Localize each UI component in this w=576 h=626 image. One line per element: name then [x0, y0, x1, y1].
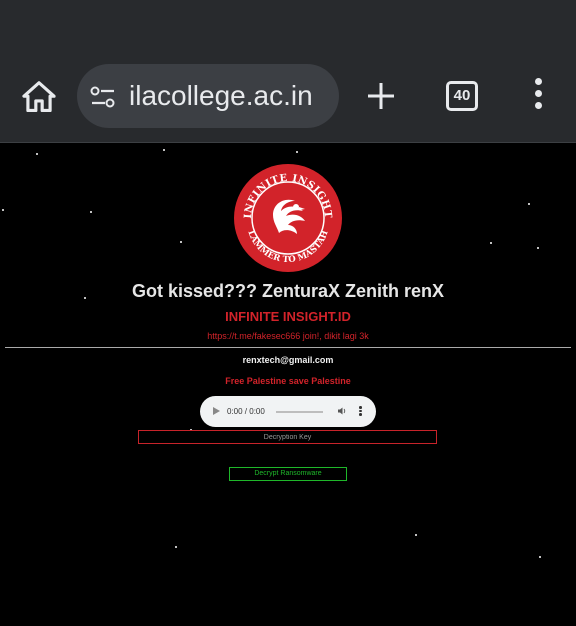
tab-switcher-icon[interactable]: 40: [446, 81, 478, 111]
contact-email: renxtech@gmail.com: [242, 355, 334, 365]
star-dot: [537, 247, 539, 249]
audio-options-icon[interactable]: [359, 406, 362, 418]
audio-player[interactable]: 0:00 / 0:00: [200, 396, 376, 427]
url-text[interactable]: ilacollege.ac.in: [129, 64, 313, 128]
decrypt-button[interactable]: Decrypt Ransomware: [229, 467, 347, 481]
star-dot: [163, 149, 165, 151]
star-dot: [36, 153, 38, 155]
star-dot: [180, 241, 182, 243]
plus-icon[interactable]: [365, 80, 397, 112]
star-dot: [175, 546, 177, 548]
star-dot: [490, 242, 492, 244]
status-bar: [0, 0, 576, 52]
star-dot: [90, 211, 92, 213]
page-headline: Got kissed??? ZenturaX Zenith renX: [131, 281, 445, 301]
star-dot: [528, 203, 530, 205]
slogan-text: Free Palestine save Palestine: [225, 376, 351, 386]
phoenix-logo: INFINITE INSIGHT LAMMER TO MASTAH: [234, 164, 342, 272]
audio-progress-track[interactable]: [276, 411, 323, 413]
browser-toolbar: ilacollege.ac.in 40: [0, 52, 576, 143]
star-dot: [296, 151, 298, 153]
decryption-key-input[interactable]: [138, 430, 437, 444]
address-bar[interactable]: ilacollege.ac.in: [77, 64, 339, 128]
divider: [5, 347, 571, 348]
play-icon[interactable]: [213, 407, 220, 415]
volume-icon[interactable]: [337, 406, 347, 416]
page-content: INFINITE INSIGHT LAMMER TO MASTAH Got ki…: [0, 143, 576, 626]
site-name: INFINITE INSIGHT.ID: [225, 309, 351, 324]
more-vert-icon[interactable]: [530, 78, 546, 114]
star-dot: [415, 534, 417, 536]
star-dot: [539, 556, 541, 558]
audio-time: 0:00 / 0:00: [227, 407, 265, 416]
site-settings-icon[interactable]: [89, 84, 117, 110]
star-dot: [2, 209, 4, 211]
home-icon[interactable]: [20, 78, 58, 116]
telegram-link[interactable]: https://t.me/fakesec666 join!, dikit lag…: [0, 331, 576, 341]
